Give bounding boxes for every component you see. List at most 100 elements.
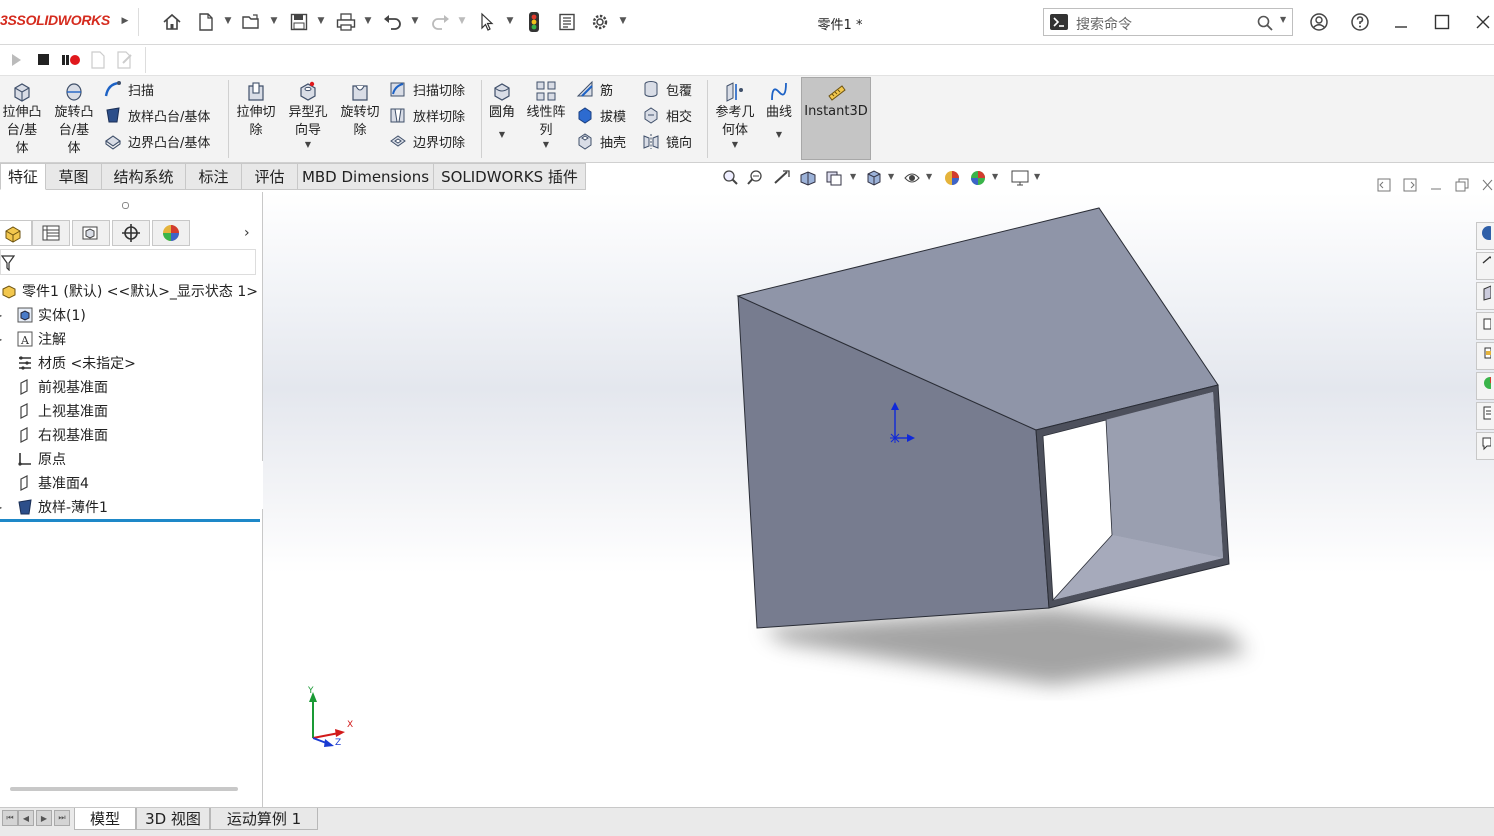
- viewport-tile-left-icon[interactable]: [1377, 178, 1391, 196]
- tab-markup[interactable]: 标注: [186, 163, 242, 190]
- viewport-close-icon[interactable]: [1481, 178, 1494, 196]
- display-manager-tab-icon[interactable]: [152, 220, 190, 246]
- user-account-icon[interactable]: [1304, 8, 1334, 36]
- view-settings-icon[interactable]: [1010, 168, 1030, 188]
- tab-features[interactable]: 特征: [0, 163, 46, 190]
- hole-wizard-button[interactable]: 异型孔 向导 ▼: [284, 80, 332, 150]
- taskpane-forum-icon[interactable]: [1476, 432, 1494, 460]
- tree-item[interactable]: 前视基准面: [0, 375, 108, 399]
- taskpane-file-explorer-icon[interactable]: [1476, 312, 1494, 340]
- file-properties-icon[interactable]: [556, 11, 578, 33]
- tree-item[interactable]: ▶ 放样-薄件1: [0, 495, 108, 519]
- tree-root-part[interactable]: 零件1 (默认) <<默认>_显示状态 1>: [0, 279, 258, 303]
- expand-arrow-icon[interactable]: ▶: [0, 311, 8, 320]
- expand-arrow-icon[interactable]: ▶: [0, 503, 8, 512]
- close-window-icon[interactable]: [1468, 8, 1494, 36]
- edit-appearance-icon[interactable]: [942, 168, 962, 188]
- section-view-icon[interactable]: [798, 168, 818, 188]
- view-orientation-dropdown-icon[interactable]: ▼: [850, 172, 856, 181]
- fillet-button[interactable]: 圆角 ▼: [485, 80, 519, 148]
- save-icon[interactable]: [288, 11, 310, 33]
- tab-mbd-dimensions[interactable]: MBD Dimensions: [298, 163, 434, 190]
- minimize-window-icon[interactable]: [1386, 8, 1416, 36]
- undo-icon[interactable]: [382, 11, 404, 33]
- reference-geometry-button[interactable]: 参考几 何体 ▼: [711, 80, 759, 150]
- extrude-boss-button[interactable]: 拉伸凸 台/基 体: [0, 80, 44, 158]
- configuration-manager-tab-icon[interactable]: [72, 220, 110, 246]
- search-icon[interactable]: [1256, 14, 1274, 32]
- tab-model[interactable]: 模型: [74, 808, 136, 830]
- intersect-button[interactable]: 相交: [642, 104, 692, 126]
- print-icon[interactable]: [335, 11, 357, 33]
- hide-show-dropdown-icon[interactable]: ▼: [926, 172, 932, 181]
- sweep-button[interactable]: 扫描: [104, 78, 154, 100]
- curves-button[interactable]: 曲线 ▼: [762, 80, 796, 148]
- save-dropdown-icon[interactable]: ▼: [316, 14, 326, 28]
- last-tab-arrow-icon[interactable]: ⏭: [54, 810, 70, 826]
- record-pause-macro-icon[interactable]: [61, 53, 81, 71]
- tab-3d-views[interactable]: 3D 视图: [136, 808, 210, 830]
- view-settings-dropdown-icon[interactable]: ▼: [1034, 172, 1040, 181]
- tab-solidworks-addins[interactable]: SOLIDWORKS 插件: [434, 163, 586, 190]
- options-gear-icon[interactable]: [589, 11, 611, 33]
- viewport-restore-icon[interactable]: [1455, 178, 1469, 196]
- draft-button[interactable]: 拔模: [576, 104, 626, 126]
- hole-wizard-dropdown-icon[interactable]: ▼: [305, 140, 311, 150]
- rollback-bar[interactable]: [0, 519, 260, 522]
- shell-button[interactable]: 抽壳: [576, 130, 626, 152]
- feature-manager-tab-icon[interactable]: [0, 220, 32, 246]
- viewport-minimize-icon[interactable]: [1429, 178, 1443, 196]
- print-dropdown-icon[interactable]: ▼: [363, 14, 373, 28]
- next-tab-arrow-icon[interactable]: ▶: [36, 810, 52, 826]
- first-tab-arrow-icon[interactable]: ⏮: [2, 810, 18, 826]
- tree-item[interactable]: 基准面4: [0, 471, 89, 495]
- property-manager-tab-icon[interactable]: [32, 220, 70, 246]
- taskpane-view-palette-icon[interactable]: [1476, 342, 1494, 370]
- select-pointer-icon[interactable]: [476, 11, 498, 33]
- tree-item[interactable]: 上视基准面: [0, 399, 108, 423]
- fillet-dropdown-icon[interactable]: ▼: [499, 122, 505, 148]
- select-dropdown-icon[interactable]: ▼: [505, 14, 515, 28]
- open-dropdown-icon[interactable]: ▼: [269, 14, 279, 28]
- search-dropdown-icon[interactable]: ▼: [1280, 15, 1286, 24]
- dimxpert-tab-icon[interactable]: [112, 220, 150, 246]
- help-icon[interactable]: [1345, 8, 1375, 36]
- previous-view-icon[interactable]: [772, 168, 792, 188]
- tree-item[interactable]: ▶ A 注解: [0, 327, 66, 351]
- dynamic-annotation-views-icon[interactable]: [824, 168, 844, 188]
- boundary-cut-button[interactable]: 边界切除: [389, 130, 465, 152]
- 3d-model-view[interactable]: [263, 192, 1494, 807]
- stop-macro-icon[interactable]: [38, 54, 49, 65]
- logo-menu-arrow-icon[interactable]: ▶: [120, 14, 130, 28]
- tab-evaluate[interactable]: 评估: [242, 163, 298, 190]
- rib-button[interactable]: 筋: [576, 78, 613, 100]
- prev-tab-arrow-icon[interactable]: ◀: [18, 810, 34, 826]
- zoom-to-fit-icon[interactable]: [720, 168, 740, 188]
- wrap-button[interactable]: 包覆: [642, 78, 692, 100]
- curves-dropdown-icon[interactable]: ▼: [776, 122, 782, 148]
- taskpane-home-icon[interactable]: [1476, 252, 1494, 280]
- mirror-button[interactable]: 镜向: [642, 130, 692, 152]
- panel-splitter-handle[interactable]: [122, 202, 129, 209]
- tab-sketch[interactable]: 草图: [46, 163, 102, 190]
- solidworks-logo[interactable]: 3SSOLIDWORKS: [0, 12, 110, 28]
- tree-item[interactable]: ▶ 实体(1): [0, 303, 86, 327]
- display-style-dropdown-icon[interactable]: ▼: [888, 172, 894, 181]
- taskpane-design-library-icon[interactable]: [1476, 282, 1494, 310]
- loft-boss-button[interactable]: 放样凸台/基体: [104, 104, 210, 126]
- tree-item[interactable]: 材质 <未指定>: [0, 351, 136, 375]
- view-orientation-icon[interactable]: [864, 168, 884, 188]
- tab-motion-study-1[interactable]: 运动算例 1: [210, 808, 318, 830]
- search-commands-input[interactable]: 搜索命令 ▼: [1043, 8, 1293, 36]
- zoom-to-area-icon[interactable]: [746, 168, 766, 188]
- reference-geometry-dropdown-icon[interactable]: ▼: [732, 140, 738, 150]
- lofted-cut-button[interactable]: 放样切除: [389, 104, 465, 126]
- swept-cut-button[interactable]: 扫描切除: [389, 78, 465, 100]
- rebuild-traffic-light-icon[interactable]: [523, 11, 545, 33]
- display-style-icon[interactable]: [902, 168, 922, 188]
- tree-item[interactable]: 右视基准面: [0, 423, 108, 447]
- taskpane-resources-icon[interactable]: [1476, 222, 1494, 250]
- scene-dropdown-icon[interactable]: ▼: [992, 172, 998, 181]
- options-dropdown-icon[interactable]: ▼: [618, 14, 628, 28]
- taskpane-custom-properties-icon[interactable]: [1476, 402, 1494, 430]
